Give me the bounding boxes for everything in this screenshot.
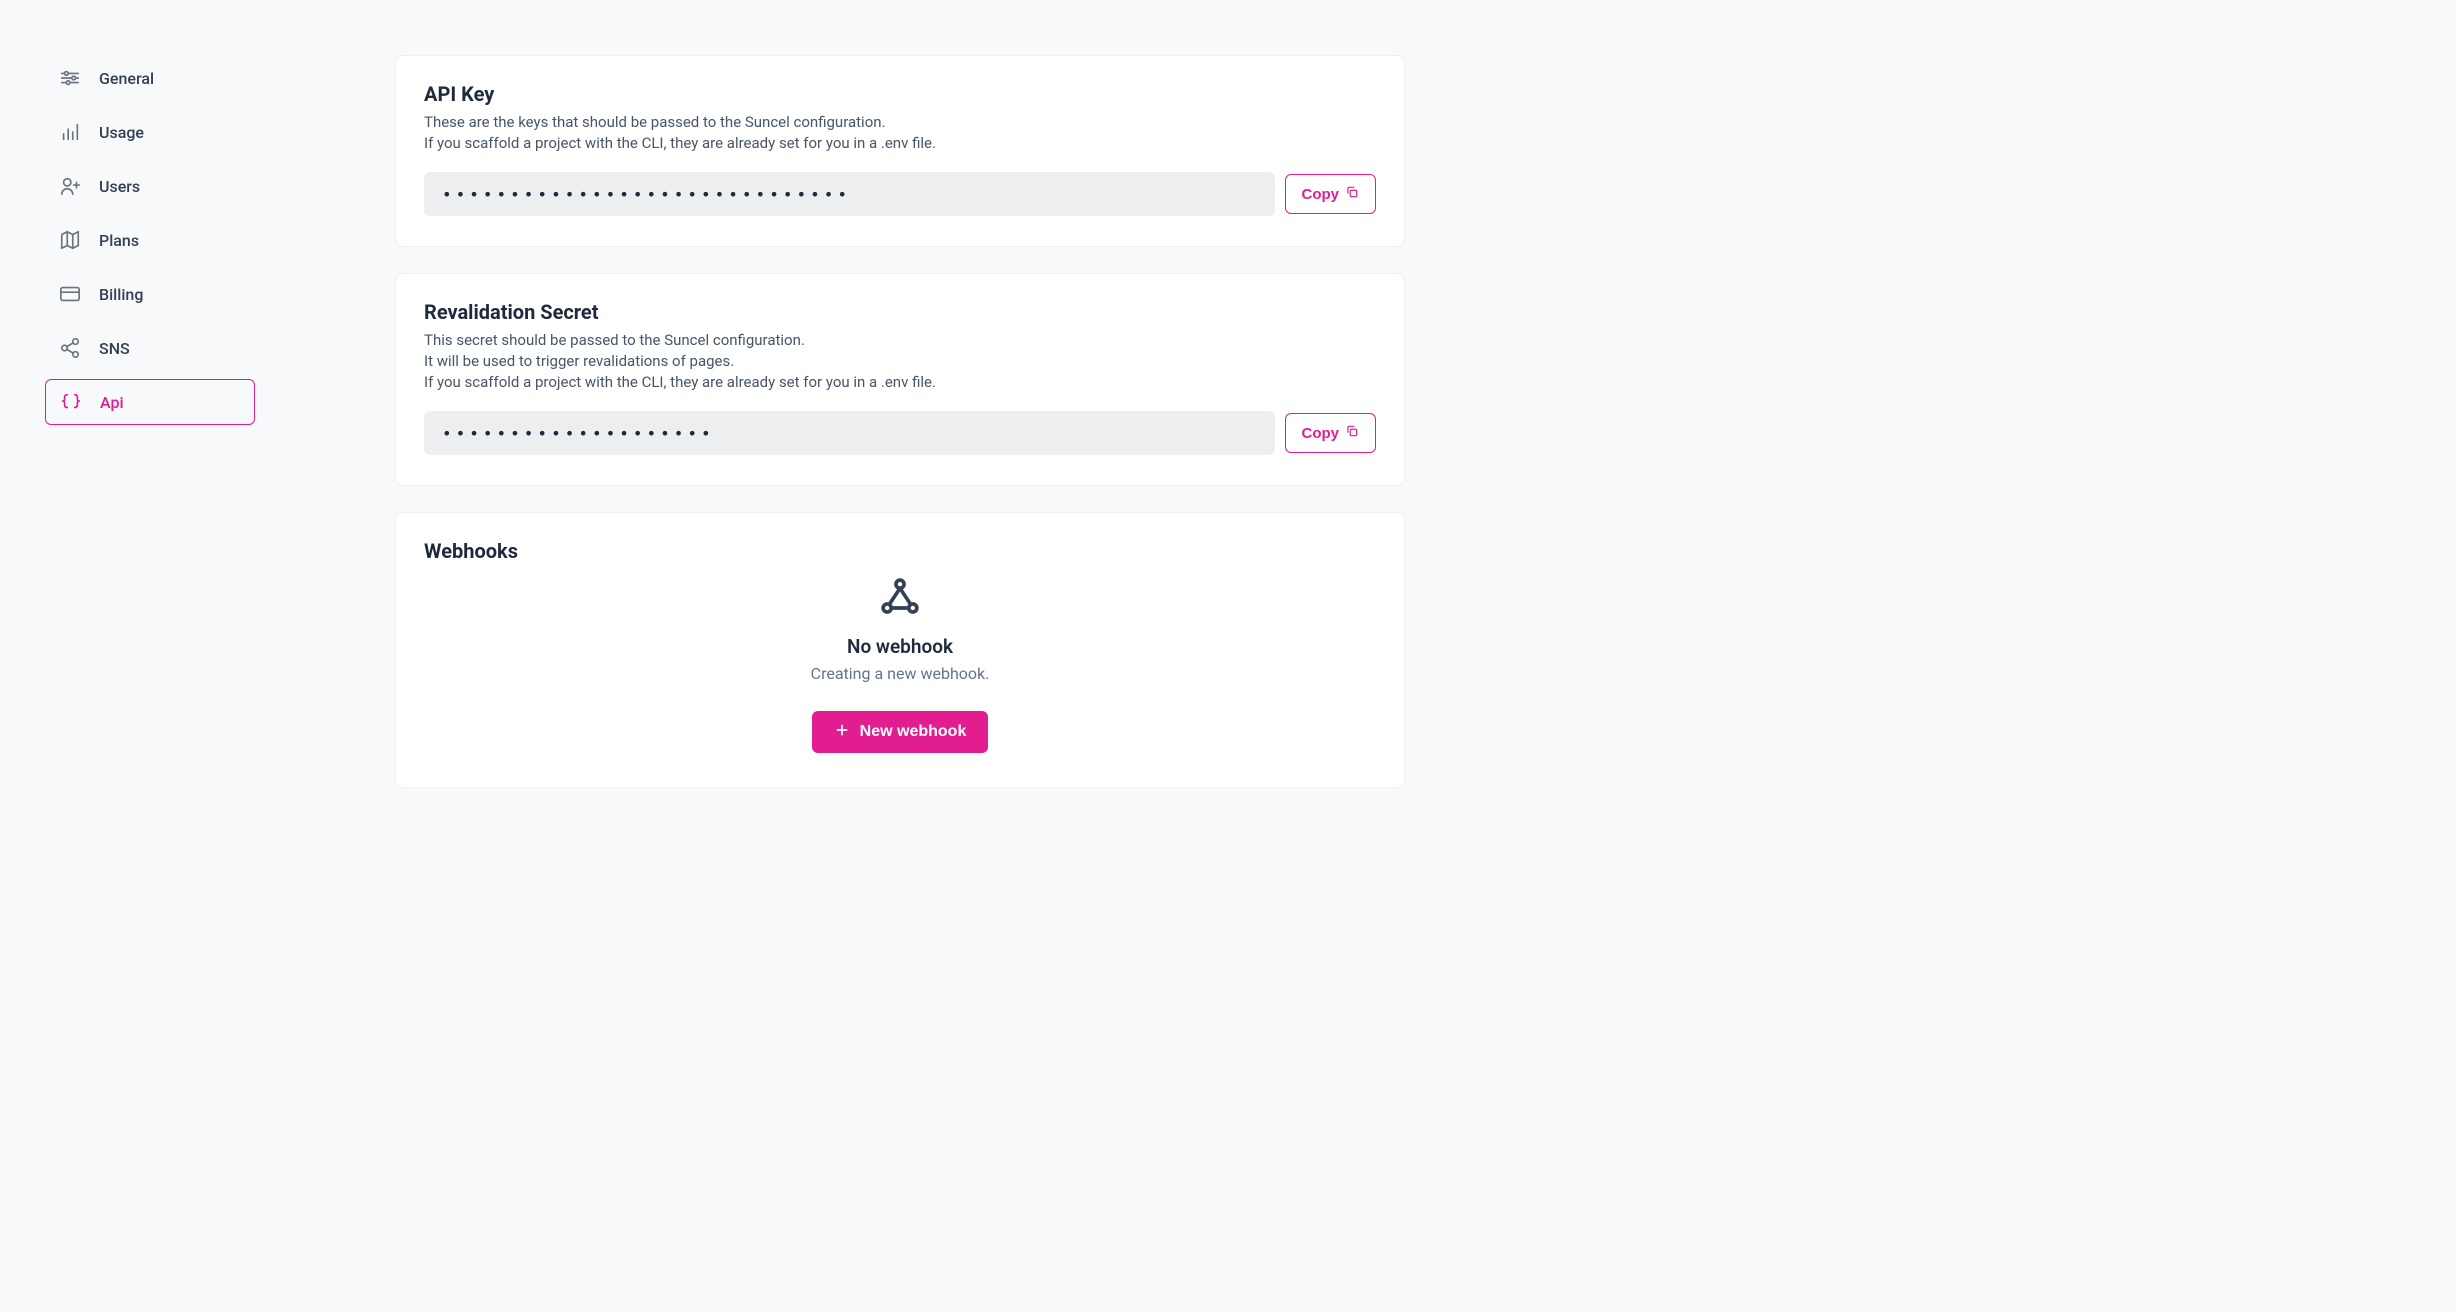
sidebar-item-general[interactable]: General [45,55,255,101]
share-icon [59,337,81,359]
sidebar-item-sns[interactable]: SNS [45,325,255,371]
sliders-icon [59,67,81,89]
sidebar-item-label: General [99,69,154,88]
revalidation-description: This secret should be passed to the Sunc… [424,330,1376,393]
webhooks-title: Webhooks [424,539,1376,563]
bar-chart-icon [59,121,81,143]
new-webhook-button[interactable]: New webhook [812,711,989,753]
api-key-field: •••••••••••••••••••••••••••••• [424,172,1275,216]
revalidation-secret-card: Revalidation Secret This secret should b… [395,273,1405,486]
sidebar-item-users[interactable]: Users [45,163,255,209]
map-icon [59,229,81,251]
new-webhook-label: New webhook [860,723,967,741]
copy-api-key-button[interactable]: Copy [1285,174,1377,214]
api-key-description: These are the keys that should be passed… [424,112,1376,154]
webhooks-card: Webhooks No webhook Creating a new webho… [395,512,1405,788]
user-plus-icon [59,175,81,197]
revalidation-secret-field: •••••••••••••••••••• [424,411,1275,455]
copy-button-label: Copy [1302,425,1340,442]
copy-button-label: Copy [1302,186,1340,203]
sidebar-item-label: Plans [99,231,139,250]
sidebar-item-label: Api [100,393,124,412]
credit-card-icon [59,283,81,305]
sidebar-item-label: Users [99,177,140,196]
settings-sidebar: General Usage Users Plans Billing [45,55,255,788]
sidebar-item-label: Usage [99,123,144,142]
sidebar-item-usage[interactable]: Usage [45,109,255,155]
sidebar-item-api[interactable]: Api [45,379,255,425]
copy-icon [1345,185,1359,203]
plus-icon [834,722,850,743]
sidebar-item-plans[interactable]: Plans [45,217,255,263]
webhooks-empty-title: No webhook [847,635,953,658]
revalidation-title: Revalidation Secret [424,300,1376,324]
sidebar-item-billing[interactable]: Billing [45,271,255,317]
api-key-card: API Key These are the keys that should b… [395,55,1405,247]
webhook-icon [878,575,922,623]
api-key-title: API Key [424,82,1376,106]
sidebar-item-label: Billing [99,285,143,304]
main-content: API Key These are the keys that should b… [395,55,1405,788]
copy-icon [1345,424,1359,442]
copy-revalidation-button[interactable]: Copy [1285,413,1377,453]
sidebar-item-label: SNS [99,339,130,358]
webhooks-empty-subtitle: Creating a new webhook. [811,664,990,683]
braces-icon [60,391,82,413]
